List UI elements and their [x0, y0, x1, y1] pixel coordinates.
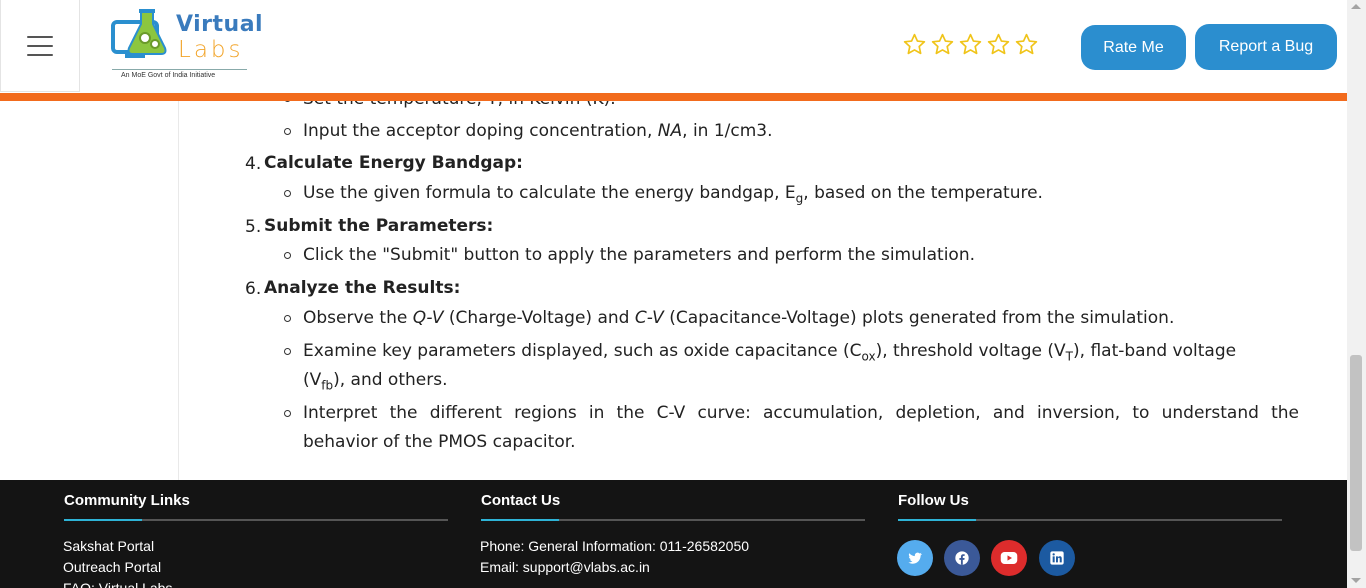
- twitter-button[interactable]: [897, 540, 933, 576]
- facebook-icon: [955, 551, 969, 565]
- footer-heading-follow: Follow Us: [898, 492, 969, 509]
- list-bullet: [284, 348, 291, 355]
- logo-divider: [112, 69, 247, 70]
- step-number: 5.: [245, 217, 262, 237]
- twitter-icon: [908, 552, 922, 564]
- footer-link-outreach[interactable]: Outreach Portal: [63, 559, 161, 575]
- hamburger-icon: [27, 35, 53, 56]
- menu-button[interactable]: [0, 0, 80, 92]
- footer-heading-contact: Contact Us: [481, 492, 561, 509]
- footer-phone: Phone: General Information: 011-26582050: [480, 538, 750, 554]
- footer-email[interactable]: Email: support@vlabs.ac.in: [480, 559, 650, 575]
- star-icon[interactable]: [986, 32, 1011, 57]
- logo-tagline: An MoE Govt of India Initiative: [121, 72, 216, 79]
- procedure-content: Set the temperature, T, in Kelvin (K). I…: [0, 101, 1347, 480]
- step-heading: Calculate Energy Bandgap:: [264, 153, 523, 173]
- virtual-labs-logo[interactable]: Virtual Labs An MoE Govt of India Initia…: [80, 0, 280, 92]
- youtube-icon: [1000, 552, 1018, 564]
- scroll-up-arrow-icon[interactable]: [1351, 4, 1361, 9]
- logo-word-virtual: Virtual: [176, 12, 264, 37]
- list-item: Set the temperature, T, in Kelvin (K).: [303, 101, 616, 109]
- star-icon[interactable]: [930, 32, 955, 57]
- step-heading: Analyze the Results:: [264, 278, 461, 298]
- star-rating[interactable]: [902, 32, 1039, 57]
- list-item-continuation: behavior of the PMOS capacitor.: [303, 432, 576, 452]
- star-icon[interactable]: [902, 32, 927, 57]
- top-navbar: Virtual Labs An MoE Govt of India Initia…: [0, 0, 1347, 93]
- site-footer: Community Links Sakshat Portal Outreach …: [0, 480, 1347, 588]
- list-bullet: [284, 190, 291, 197]
- sidebar-divider: [178, 101, 179, 480]
- list-item: Observe the Q-V (Charge-Voltage) and C-V…: [303, 308, 1175, 328]
- footer-link-sakshat[interactable]: Sakshat Portal: [63, 538, 154, 554]
- step-heading: Submit the Parameters:: [264, 216, 494, 236]
- list-bullet: [284, 315, 291, 322]
- scrollbar-thumb[interactable]: [1350, 355, 1362, 551]
- header-accent-bar: [0, 93, 1347, 101]
- list-bullet: [284, 101, 291, 102]
- step-number: 6.: [245, 279, 262, 299]
- logo-word-labs: Labs: [178, 37, 244, 63]
- list-item: Interpret the different regions in the C…: [303, 403, 1299, 423]
- footer-divider-accent: [898, 519, 976, 521]
- footer-heading-community: Community Links: [64, 492, 190, 509]
- facebook-button[interactable]: [944, 540, 980, 576]
- list-bullet: [284, 128, 291, 135]
- list-item: Examine key parameters displayed, such a…: [303, 341, 1237, 364]
- star-icon[interactable]: [958, 32, 983, 57]
- rate-me-button[interactable]: Rate Me: [1081, 25, 1186, 70]
- youtube-button[interactable]: [991, 540, 1027, 576]
- flask-monitor-icon: [111, 9, 167, 58]
- footer-divider-accent: [64, 519, 142, 521]
- list-bullet: [284, 410, 291, 417]
- report-bug-button[interactable]: Report a Bug: [1195, 24, 1337, 70]
- linkedin-button[interactable]: [1039, 540, 1075, 576]
- footer-divider-accent: [481, 519, 559, 521]
- linkedin-icon: [1050, 551, 1064, 565]
- list-item: Click the "Submit" button to apply the p…: [303, 245, 975, 265]
- list-item-continuation: (Vfb), and others.: [303, 370, 448, 393]
- list-bullet: [284, 252, 291, 259]
- footer-link-faq[interactable]: FAQ: Virtual Labs: [63, 580, 172, 588]
- list-item: Input the acceptor doping concentration,…: [303, 121, 773, 141]
- scroll-down-arrow-icon[interactable]: [1351, 578, 1361, 583]
- step-number: 4.: [245, 154, 262, 174]
- list-item: Use the given formula to calculate the e…: [303, 183, 1043, 206]
- star-icon[interactable]: [1014, 32, 1039, 57]
